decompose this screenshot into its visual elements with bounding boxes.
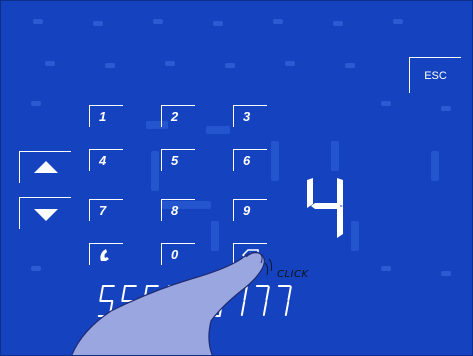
click-annotation: CLICK xyxy=(277,269,309,280)
pointing-finger xyxy=(71,252,273,355)
touch-screen: ESC 1 2 3 4 5 6 7 8 9 0 CLICK xyxy=(0,0,473,356)
